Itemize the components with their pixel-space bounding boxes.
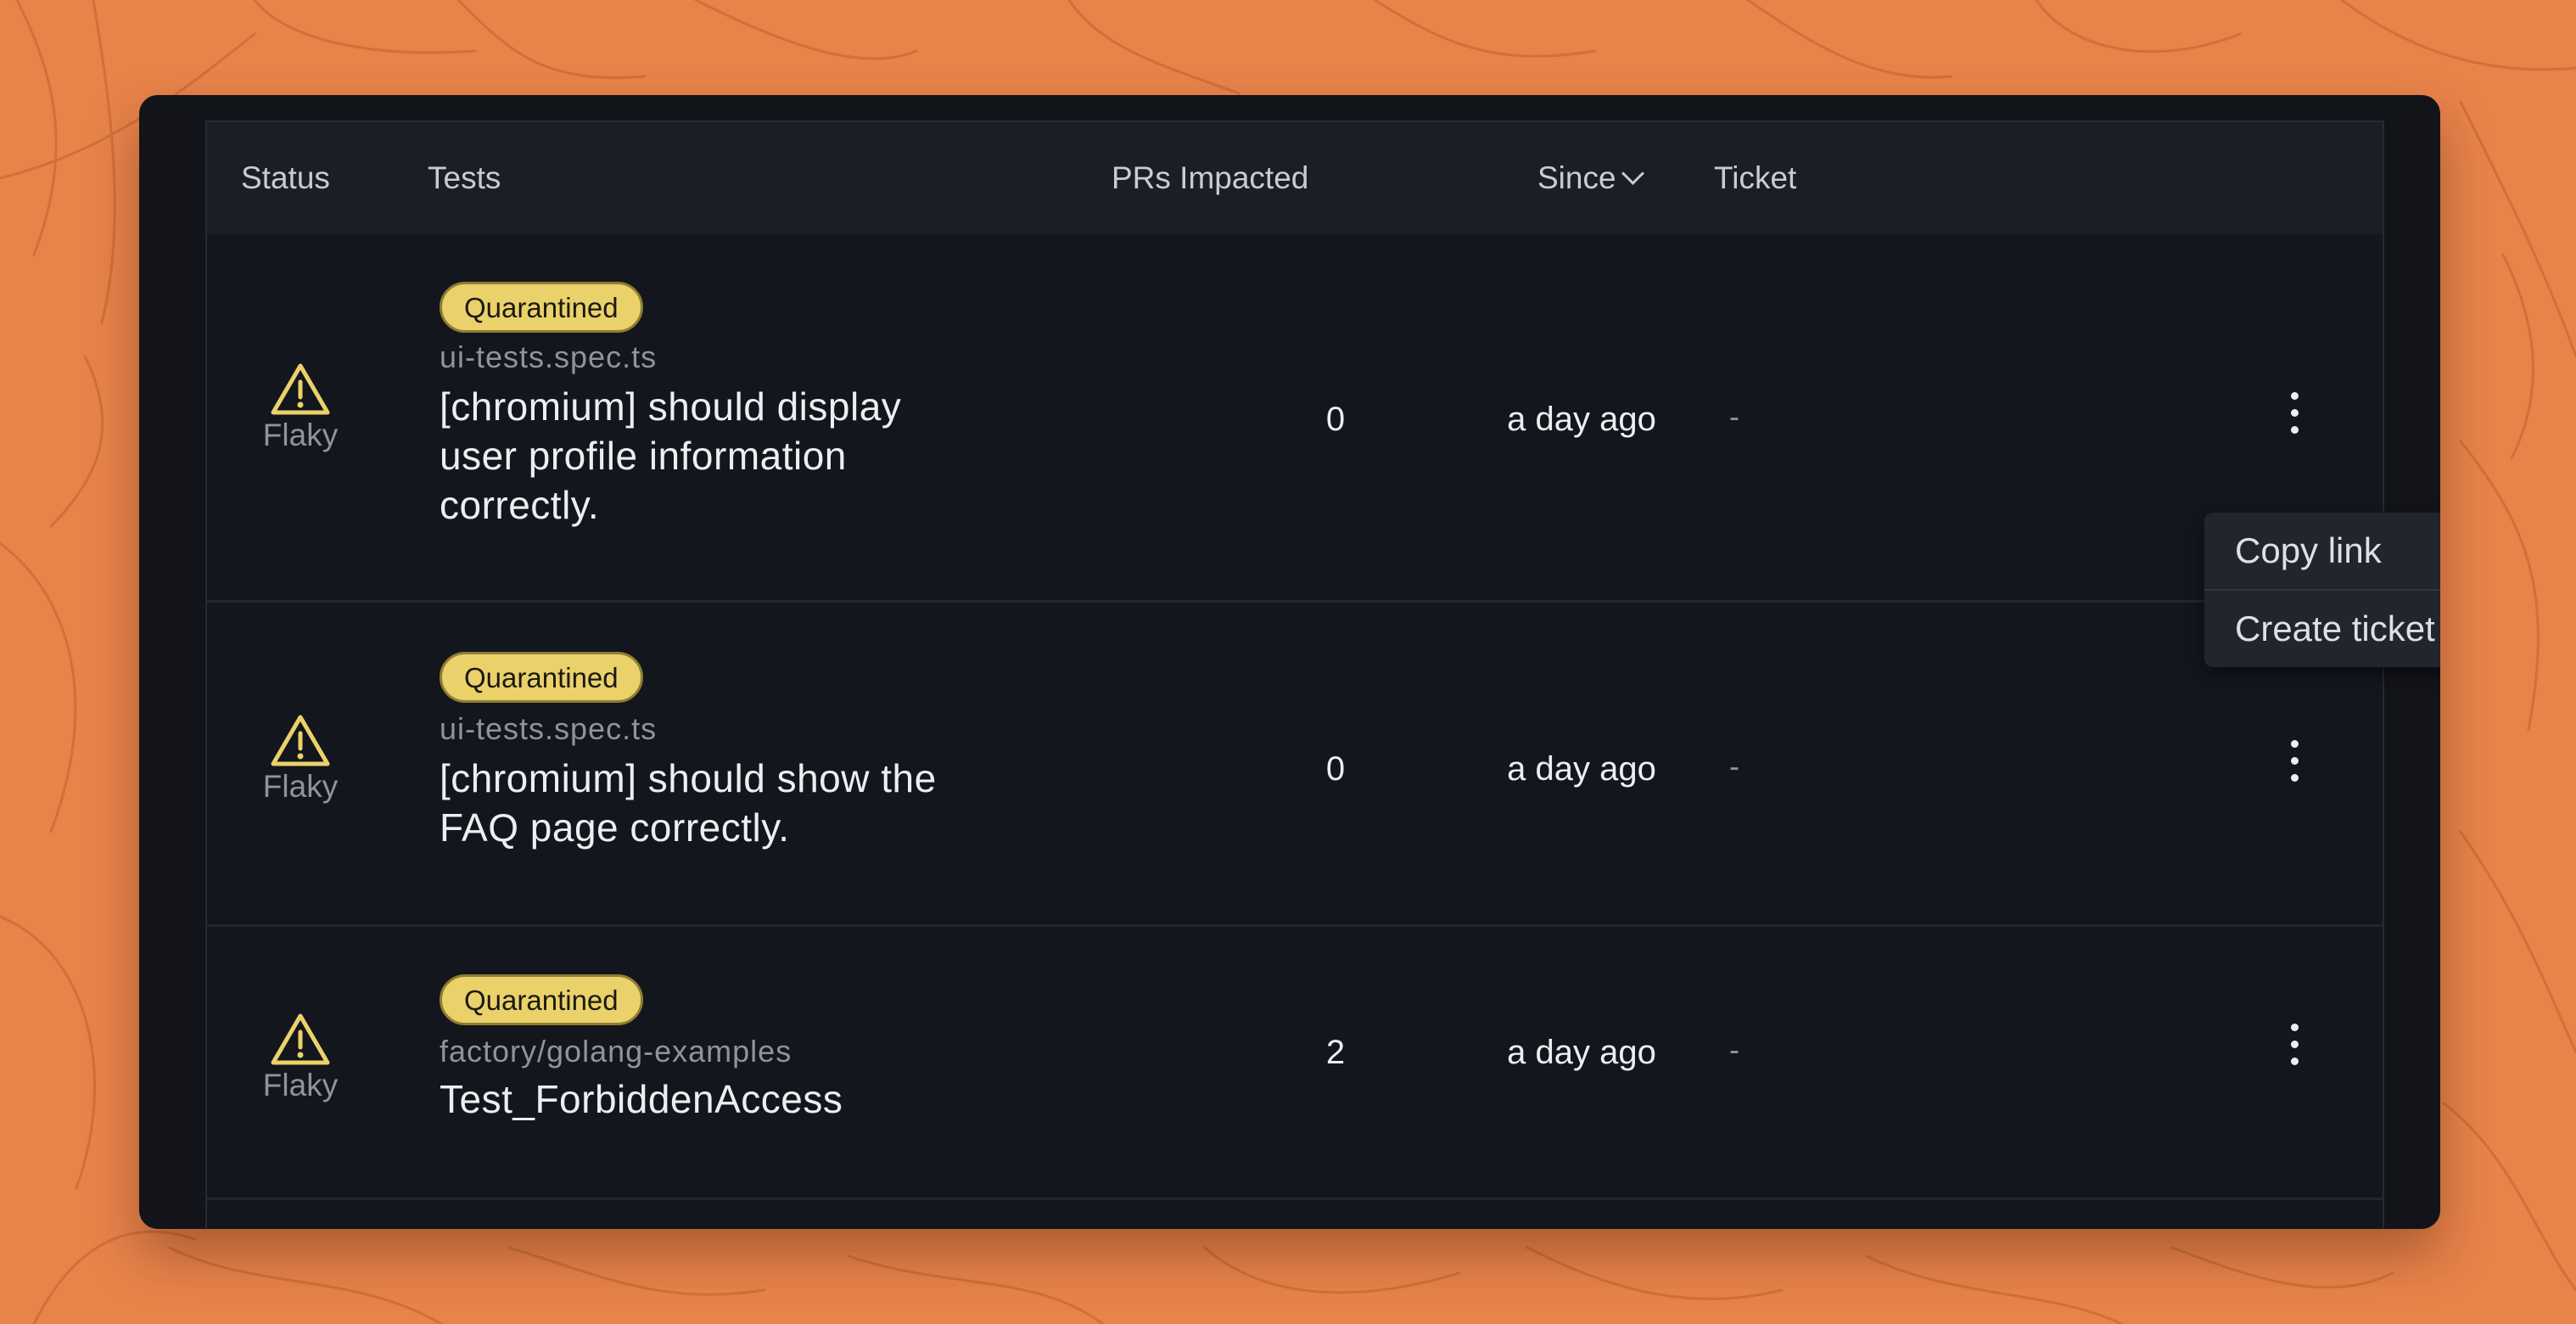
prs-impacted-value: 2 <box>1325 1034 1346 1071</box>
since-value: a day ago <box>1507 750 1656 788</box>
test-name[interactable]: [chromium] should display user profile i… <box>440 382 1033 530</box>
since-value: a day ago <box>1507 1034 1656 1071</box>
test-file: factory/golang-examples <box>440 1034 792 1069</box>
table-row[interactable]: Flaky Quarantined ui-tests.spec.ts [chro… <box>207 234 2383 603</box>
warning-icon <box>271 363 330 415</box>
tests-table: Status Tests PRs Impacted Since Ticket F… <box>205 121 2440 1229</box>
status-cell: Flaky <box>241 362 360 453</box>
ticket-value: - <box>1729 399 1739 434</box>
test-name[interactable]: [chromium] should show the FAQ page corr… <box>440 754 1033 852</box>
column-header-prs-impacted: PRs Impacted <box>1112 160 1309 195</box>
prs-impacted-value: 0 <box>1325 401 1346 438</box>
test-name-line: Test_ForbiddenAccess <box>440 1077 843 1121</box>
column-header-since[interactable]: Since <box>1537 122 1644 234</box>
table-header: Status Tests PRs Impacted Since Ticket <box>207 122 2383 234</box>
row-actions-menu: Copy link Create ticket <box>2204 513 2440 667</box>
warning-icon <box>271 715 330 766</box>
status-cell: Flaky <box>241 713 360 805</box>
test-name-line: FAQ page correctly. <box>440 805 790 850</box>
ticket-value: - <box>1729 1032 1739 1067</box>
test-name[interactable]: Test_ForbiddenAccess <box>440 1074 1033 1124</box>
since-value: a day ago <box>1507 401 1656 438</box>
column-header-status: Status <box>241 160 330 195</box>
table-row[interactable]: Flaky Quarantined factory/golang-example… <box>207 927 2383 1200</box>
table-row <box>207 1200 2383 1229</box>
status-label: Flaky <box>262 769 339 804</box>
more-actions-icon[interactable] <box>2277 740 2311 799</box>
warning-icon <box>271 1013 330 1065</box>
more-actions-icon[interactable] <box>2277 392 2311 452</box>
test-name-line: user profile information <box>440 434 847 478</box>
column-header-tests: Tests <box>428 160 501 195</box>
ticket-value: - <box>1729 749 1739 783</box>
test-file: ui-tests.spec.ts <box>440 711 658 746</box>
status-label: Flaky <box>262 1068 339 1102</box>
chevron-down-icon <box>1621 162 1644 185</box>
quarantined-badge: Quarantined <box>440 974 643 1025</box>
more-actions-icon[interactable] <box>2277 1024 2311 1083</box>
prs-impacted-value: 0 <box>1325 750 1346 788</box>
test-name-line: [chromium] should display <box>440 384 902 429</box>
since-header-label: Since <box>1537 160 1616 195</box>
status-cell: Flaky <box>241 1012 360 1103</box>
quarantined-badge: Quarantined <box>440 282 643 333</box>
quarantined-badge: Quarantined <box>440 652 643 703</box>
column-header-ticket: Ticket <box>1714 160 1797 195</box>
menu-item-copy-link[interactable]: Copy link <box>2204 513 2440 589</box>
table-row[interactable]: Flaky Quarantined ui-tests.spec.ts [chro… <box>207 603 2383 927</box>
test-name-line: [chromium] should show the <box>440 756 937 800</box>
test-name-line: correctly. <box>440 483 600 527</box>
menu-item-create-ticket[interactable]: Create ticket <box>2204 591 2440 667</box>
app-window: Status Tests PRs Impacted Since Ticket F… <box>139 95 2440 1229</box>
status-label: Flaky <box>262 418 339 452</box>
test-file: ui-tests.spec.ts <box>440 339 658 374</box>
